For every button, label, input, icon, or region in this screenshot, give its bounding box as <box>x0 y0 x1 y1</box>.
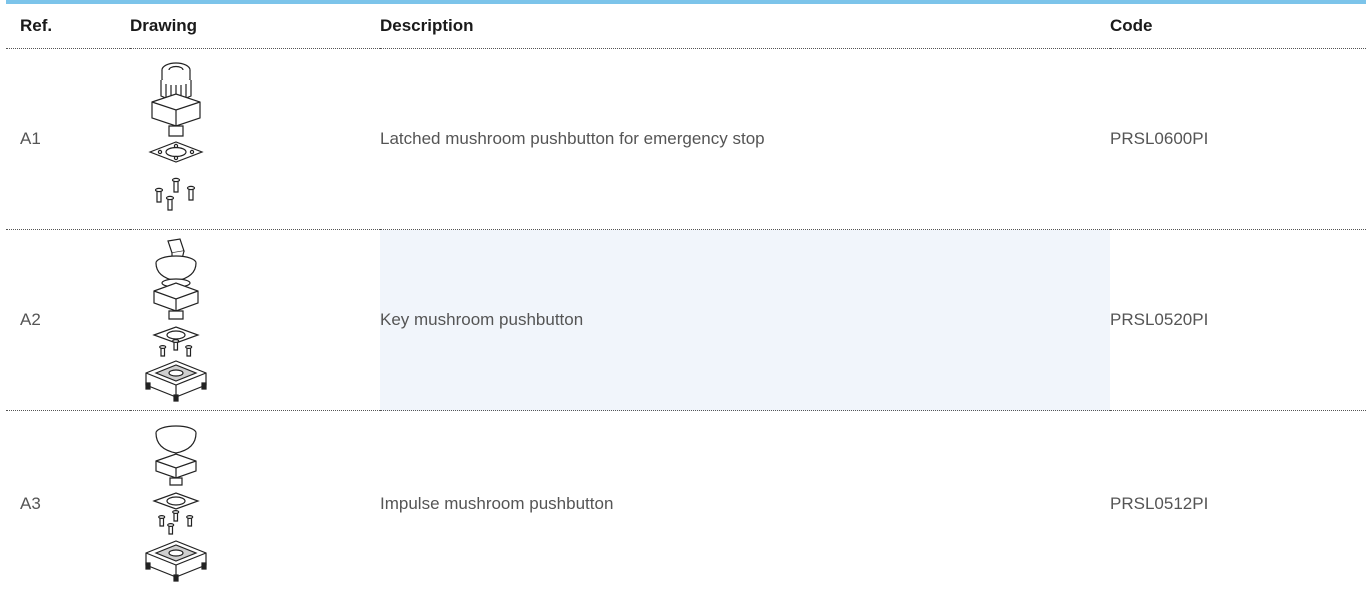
parts-table: Ref. Drawing Description Code A1 Latched… <box>6 4 1366 594</box>
table-row: A1 Latched mushroom pushbutton for emerg… <box>6 48 1366 230</box>
cell-ref: A2 <box>6 229 130 411</box>
cell-description: Key mushroom pushbutton <box>380 229 1110 411</box>
header-ref: Ref. <box>6 4 130 49</box>
cell-ref: A1 <box>6 48 130 230</box>
cell-code: PRSL0600PI <box>1110 48 1366 230</box>
table-header-row: Ref. Drawing Description Code <box>6 4 1366 49</box>
table-row: A2 Key mushroom pushbutton PRSL0520PI <box>6 229 1366 411</box>
impulse-mushroom-pushbutton-drawing-icon <box>136 421 216 587</box>
cell-drawing <box>130 48 380 230</box>
cell-drawing <box>130 229 380 411</box>
latched-mushroom-pushbutton-drawing-icon <box>136 56 216 222</box>
cell-ref: A3 <box>20 493 41 513</box>
header-code: Code <box>1110 4 1366 49</box>
cell-code: PRSL0512PI <box>1110 493 1209 513</box>
cell-description: Latched mushroom pushbutton for emergenc… <box>380 48 1110 230</box>
header-description: Description <box>380 4 1110 49</box>
cell-drawing <box>130 411 380 594</box>
table-row: A3 Impulse mushroom pushbutton PRSL0512P… <box>6 411 1366 594</box>
header-drawing: Drawing <box>130 4 380 49</box>
cell-code: PRSL0520PI <box>1110 229 1366 411</box>
key-mushroom-pushbutton-drawing-icon <box>136 237 216 403</box>
parts-table-container: Ref. Drawing Description Code A1 Latched… <box>6 0 1366 594</box>
cell-description: Impulse mushroom pushbutton <box>380 493 614 513</box>
